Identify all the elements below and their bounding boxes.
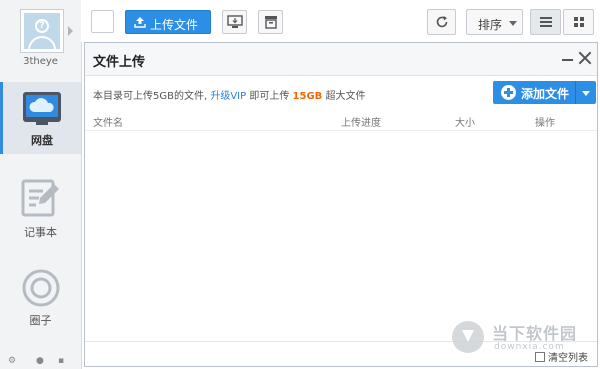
info-prefix: 本目录可上传5GB的文件, xyxy=(93,91,208,102)
archive-box-icon xyxy=(265,16,277,29)
watermark: 当下软件园 downxia.com xyxy=(452,318,592,358)
mobile-icon[interactable]: ▪ xyxy=(58,356,64,366)
upload-icon xyxy=(134,17,146,28)
sidebar-item-label: 圈子 xyxy=(29,314,52,327)
add-file-label: 添加文件 xyxy=(521,87,570,101)
sidebar-item-notepad[interactable]: 记事本 xyxy=(0,170,81,242)
upload-file-label: 上传文件 xyxy=(150,18,199,32)
info-highlight: 15GB xyxy=(292,91,323,102)
list-view-button[interactable] xyxy=(530,9,561,35)
grid-view-icon xyxy=(574,17,584,27)
add-file-button[interactable]: 添加文件 xyxy=(493,81,596,104)
plus-circle-icon xyxy=(501,85,516,100)
select-all-checkbox[interactable] xyxy=(91,10,114,33)
refresh-icon xyxy=(436,16,448,28)
cloud-drive-icon xyxy=(23,92,61,125)
download-to-pc-button[interactable] xyxy=(222,10,247,34)
button-divider xyxy=(575,81,576,104)
column-progress: 上传进度 xyxy=(341,118,381,129)
avatar[interactable]: ? xyxy=(20,9,64,53)
computer-download-icon xyxy=(227,15,243,28)
download-arrow-icon xyxy=(452,321,484,353)
chevron-down-icon xyxy=(509,21,517,26)
list-view-icon xyxy=(540,17,552,27)
info-suffix: 超大文件 xyxy=(325,91,366,102)
panel-title: 文件上传 xyxy=(93,55,146,70)
info-middle: 即可上传 xyxy=(249,91,290,102)
sidebar-item-netdisk[interactable]: 网盘 xyxy=(0,82,81,154)
settings-icon[interactable]: ⚙ xyxy=(8,356,16,366)
sidebar-item-circle[interactable]: 圈子 xyxy=(0,262,81,334)
column-filename: 文件名 xyxy=(93,118,123,129)
upload-file-button[interactable]: 上传文件 xyxy=(125,10,211,34)
refresh-button[interactable] xyxy=(427,9,456,35)
new-folder-button[interactable] xyxy=(258,10,283,34)
column-size: 大小 xyxy=(455,118,475,129)
toolbar: 上传文件 排序 xyxy=(81,0,600,42)
notepad-icon xyxy=(21,179,59,217)
avatar-placeholder-icon: ? xyxy=(24,13,60,49)
column-actions: 操作 xyxy=(535,118,555,129)
upload-table-header: 文件名 上传进度 大小 操作 xyxy=(85,111,597,131)
sidebar: ? 3theye 网盘 记事本 圈子 ⚙ ● ▪ xyxy=(0,0,82,369)
minimize-icon[interactable] xyxy=(562,59,573,61)
username: 3theye xyxy=(23,56,58,67)
panel-header: 文件上传 xyxy=(85,43,597,76)
sort-dropdown[interactable]: 排序 xyxy=(466,9,523,35)
sidebar-item-label: 记事本 xyxy=(24,226,57,239)
watermark-title: 当下软件园 xyxy=(492,324,578,343)
sidebar-item-label: 网盘 xyxy=(31,134,53,147)
sort-label: 排序 xyxy=(478,18,503,32)
circle-icon xyxy=(22,269,60,307)
close-icon[interactable] xyxy=(578,51,592,65)
chevron-down-icon[interactable] xyxy=(582,91,590,96)
upgrade-vip-link[interactable]: 升级VIP xyxy=(210,91,246,102)
sidebar-bottom-bar: ⚙ ● ▪ xyxy=(0,352,81,369)
upload-limit-info: 本目录可上传5GB的文件, 升级VIP 即可上传 15GB 超大文件 xyxy=(93,87,365,102)
chevron-right-icon[interactable] xyxy=(68,26,73,36)
watermark-url: downxia.com xyxy=(494,342,565,352)
grid-view-button[interactable] xyxy=(563,9,594,35)
apple-icon[interactable]: ● xyxy=(36,356,44,366)
